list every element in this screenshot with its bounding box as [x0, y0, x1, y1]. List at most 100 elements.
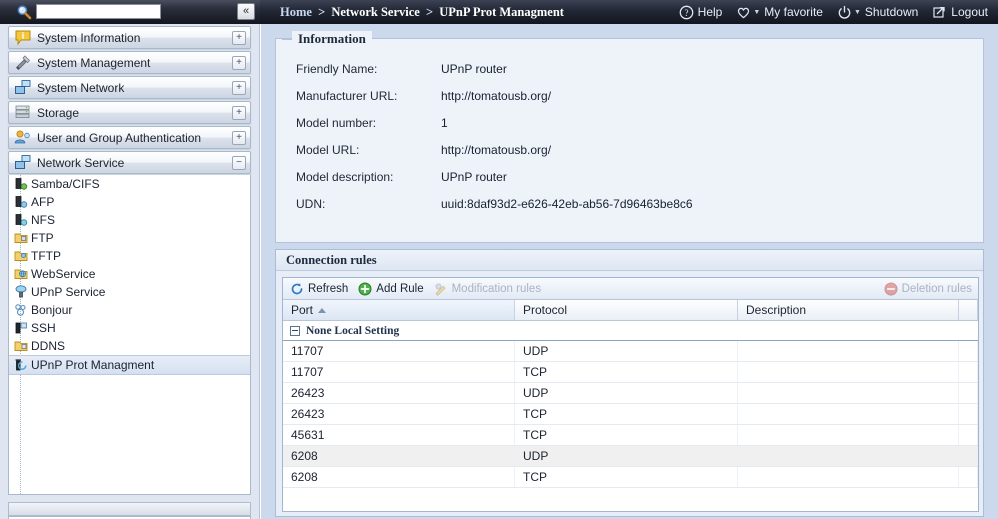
cell-protocol: UDP [515, 446, 738, 466]
information-row: Model number: 1 [276, 109, 983, 136]
cell-protocol: TCP [515, 362, 738, 382]
column-header-protocol[interactable]: Protocol [515, 300, 738, 320]
information-value: UPnP router [441, 61, 507, 76]
cell-protocol: TCP [515, 467, 738, 487]
sidebar-item-afp[interactable]: AFP [9, 193, 250, 211]
sidebar-item-label: AFP [31, 195, 55, 209]
sidebar-topbar: « [0, 0, 260, 24]
top-menu: ? Help ▼ My favorite ▼ Shutdown Logout [679, 0, 988, 24]
sidebar-item-tftp[interactable]: TFTP [9, 247, 250, 265]
refresh-button-label: Refresh [308, 282, 349, 295]
legend-divider [282, 39, 292, 40]
sidebar-item-nfs[interactable]: NFS [9, 211, 250, 229]
menu-item-help-label: Help [697, 5, 723, 19]
sidebar-item-upnp-service[interactable]: UPnP Service [9, 283, 250, 301]
information-value: http://tomatousb.org/ [441, 88, 552, 103]
search-input[interactable] [36, 4, 161, 19]
users-icon [14, 129, 32, 146]
add-rule-button[interactable]: Add Rule [358, 282, 424, 296]
question-circle-icon: ? [679, 5, 694, 20]
sidebar-section-header[interactable]: Network Service − [8, 151, 251, 174]
information-value: UPnP router [441, 169, 507, 184]
folder-lock-icon [13, 338, 29, 354]
menu-item-help[interactable]: ? Help [679, 5, 723, 20]
sidebar-section-expand-toggle[interactable]: + [232, 56, 246, 70]
cell-spacer [959, 362, 978, 382]
sidebar-item-ftp[interactable]: FTP [9, 229, 250, 247]
sidebar-scroll-footer[interactable] [8, 502, 251, 516]
breadcrumb-section[interactable]: Network Service [331, 5, 420, 19]
table-row[interactable]: 11707 UDP [283, 341, 978, 362]
group-collapse-icon[interactable] [290, 325, 300, 336]
sidebar-item-label: TFTP [31, 249, 61, 263]
sidebar-section-expand-toggle[interactable]: + [232, 31, 246, 45]
information-label: Model URL: [296, 142, 360, 157]
sidebar-section-header[interactable]: Storage + [8, 101, 251, 124]
grid-body: None Local Setting 11707 UDP 11707 TCP 2… [283, 321, 978, 488]
sidebar-collapse-button[interactable]: « [237, 3, 255, 20]
network-computers-icon [14, 79, 32, 96]
sidebar-section-system-management[interactable]: System Management + [8, 51, 251, 74]
sidebar-item-label: DDNS [31, 339, 66, 353]
chevron-down-icon: ▼ [753, 8, 761, 16]
sidebar-item-webservice[interactable]: WebService [9, 265, 250, 283]
menu-item-shutdown[interactable]: ▼ Shutdown [837, 5, 918, 20]
table-row[interactable]: 45631 TCP [283, 425, 978, 446]
table-row[interactable]: 11707 TCP [283, 362, 978, 383]
sidebar-item-bonjour[interactable]: Bonjour [9, 301, 250, 319]
sidebar-section-system-network[interactable]: System Network + [8, 76, 251, 99]
sidebar-section-header[interactable]: System Management + [8, 51, 251, 74]
cell-description [738, 383, 959, 403]
sidebar-section-header[interactable]: System Network + [8, 76, 251, 99]
breadcrumb-home[interactable]: Home [280, 5, 312, 19]
sidebar-section-header[interactable]: User and Group Authentication + [8, 126, 251, 149]
column-header-port[interactable]: Port [283, 300, 515, 320]
sidebar-section-header[interactable]: i System Information + [8, 26, 251, 49]
menu-item-logout-label: Logout [951, 5, 988, 19]
app-window: « Home > Network Service > UPnP Prot Man… [0, 0, 998, 519]
sidebar-item-label: WebService [31, 267, 96, 281]
information-label: UDN: [296, 196, 326, 211]
sidebar-item-samba-cifs[interactable]: Samba/CIFS [9, 175, 250, 193]
information-label: Manufacturer URL: [296, 88, 398, 103]
sidebar-item-ddns[interactable]: DDNS [9, 337, 250, 355]
cell-spacer [959, 425, 978, 445]
sidebar-item-ssh[interactable]: SSH [9, 319, 250, 337]
sidebar-section-expand-toggle[interactable]: + [232, 131, 246, 145]
modification-rules-button-label: Modification rules [451, 282, 542, 295]
table-row[interactable]: 26423 TCP [283, 404, 978, 425]
folder-lock-icon [13, 248, 29, 264]
sidebar-section-user-group-authentication[interactable]: User and Group Authentication + [8, 126, 251, 149]
connection-rules-title: Connection rules [276, 250, 983, 271]
cell-description [738, 467, 959, 487]
table-row[interactable]: 26423 UDP [283, 383, 978, 404]
sidebar: i System Information + System Management [0, 24, 260, 519]
sidebar-item-label: UPnP Prot Managment [31, 358, 155, 372]
sidebar-section-label: Network Service [37, 155, 125, 170]
info-bubble-icon: i [14, 29, 32, 46]
sidebar-section-system-information[interactable]: i System Information + [8, 26, 251, 49]
sidebar-section-network-service[interactable]: Network Service − [8, 151, 251, 174]
refresh-button[interactable]: Refresh [290, 282, 348, 296]
sidebar-section-expand-toggle[interactable]: + [232, 106, 246, 120]
grid-group-row[interactable]: None Local Setting [283, 321, 978, 341]
refresh-icon [290, 282, 304, 296]
table-row[interactable]: 6208 UDP [283, 446, 978, 467]
folder-lock-icon [13, 230, 29, 246]
breadcrumb-separator-2: > [425, 5, 434, 19]
connection-rules-panel: Connection rules Refresh Add Rule Modifi… [275, 249, 984, 517]
column-header-description[interactable]: Description [738, 300, 959, 320]
table-row[interactable]: 6208 TCP [283, 467, 978, 488]
sidebar-tree: Samba/CIFS AFP NFS FTP TFTP WebService U… [8, 175, 251, 495]
sidebar-section-storage[interactable]: Storage + [8, 101, 251, 124]
cell-port: 6208 [283, 467, 515, 487]
add-circle-icon [358, 282, 372, 296]
sidebar-section-collapse-toggle[interactable]: − [232, 156, 246, 170]
menu-item-logout[interactable]: Logout [932, 5, 988, 20]
column-header-spacer [959, 300, 978, 320]
menu-item-my-favorite[interactable]: ▼ My favorite [736, 5, 823, 20]
information-row: Manufacturer URL: http://tomatousb.org/ [276, 82, 983, 109]
logout-arrow-icon [932, 5, 947, 20]
sidebar-section-expand-toggle[interactable]: + [232, 81, 246, 95]
sidebar-item-upnp-prot-managment[interactable]: UPnP Prot Managment [9, 355, 250, 375]
